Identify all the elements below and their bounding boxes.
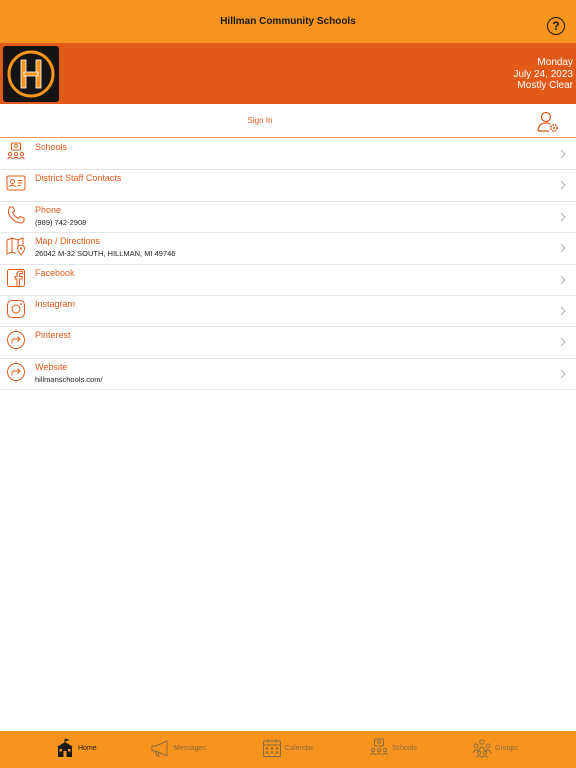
- bottom-tab-bar: Home Messages Calendar Schools Groups: [0, 731, 576, 768]
- chevron-right-icon: [560, 243, 566, 253]
- sign-in-link[interactable]: Sign In: [0, 116, 520, 125]
- tab-label: Calendar: [285, 744, 314, 752]
- chevron-right-icon: [560, 275, 566, 284]
- chevron-right-icon: [560, 149, 566, 159]
- list-item-label: Website: [35, 361, 68, 372]
- chevron-right-icon: [560, 337, 566, 347]
- calendar-icon: [263, 739, 281, 757]
- list-item-label: Phone: [35, 204, 62, 215]
- links-list: Schools District Staff Contacts Phone (9…: [0, 139, 576, 391]
- list-item-district-staff-contacts[interactable]: District Staff Contacts: [0, 170, 576, 202]
- website-url: hillmanschools.com/: [35, 374, 103, 384]
- date-weather: Monday July 24, 2023 Mostly Clear: [514, 57, 574, 92]
- school-house-icon: [57, 738, 73, 757]
- user-settings-icon[interactable]: [536, 110, 560, 134]
- app-title: Hillman Community Schools: [220, 16, 356, 27]
- groups-icon: [472, 739, 492, 758]
- tab-calendar[interactable]: Calendar: [262, 737, 313, 759]
- list-item-schools[interactable]: Schools: [0, 139, 576, 171]
- date-label: July 24, 2023: [513, 68, 574, 80]
- list-item-map-directions[interactable]: Map / Directions 26042 M-32 SOUTH, HILLM…: [0, 233, 576, 265]
- tab-home[interactable]: Home: [55, 737, 97, 759]
- schools-icon: [370, 738, 388, 756]
- tab-label: Groups: [495, 744, 518, 752]
- list-item-label: Schools: [35, 142, 68, 152]
- list-item-label: District Staff Contacts: [35, 173, 122, 184]
- contact-card-icon: [6, 175, 26, 191]
- chevron-right-icon: [560, 212, 566, 222]
- facebook-icon: [7, 268, 25, 287]
- tab-groups[interactable]: Groups: [472, 737, 518, 759]
- list-item-instagram[interactable]: Instagram: [0, 296, 576, 328]
- district-banner: Monday July 24, 2023 Mostly Clear: [0, 43, 576, 104]
- list-item-label: Map / Directions: [35, 236, 101, 247]
- tab-schools[interactable]: Schools: [369, 737, 417, 759]
- sign-in-row[interactable]: Sign In: [0, 104, 576, 138]
- megaphone-icon: [151, 740, 168, 757]
- phone-icon: [7, 206, 25, 224]
- chevron-right-icon: [560, 369, 566, 379]
- map-icon: [6, 237, 26, 256]
- share-icon: [7, 331, 25, 350]
- logo-h-icon: [7, 50, 55, 98]
- share-icon: [7, 362, 25, 381]
- day-label: Monday: [537, 57, 573, 68]
- tab-label: Schools: [392, 744, 417, 752]
- list-item-facebook[interactable]: Facebook: [0, 265, 576, 296]
- list-item-label: Facebook: [35, 267, 75, 278]
- tab-label: Messages: [174, 744, 206, 752]
- list-item-pinterest[interactable]: Pinterest: [0, 327, 576, 359]
- tab-messages[interactable]: Messages: [151, 737, 206, 759]
- top-bar: Hillman Community Schools ?: [0, 0, 576, 43]
- list-item-label: Instagram: [35, 298, 76, 309]
- chevron-right-icon: [560, 181, 566, 190]
- help-icon[interactable]: ?: [547, 17, 565, 35]
- phone-number: (989) 742-2908: [35, 217, 87, 227]
- tab-label: Home: [78, 744, 97, 752]
- schools-icon: [7, 142, 25, 160]
- district-logo: [3, 46, 59, 102]
- list-item-label: Pinterest: [35, 330, 71, 341]
- instagram-icon: [7, 299, 25, 318]
- list-item-website[interactable]: Website hillmanschools.com/: [0, 359, 576, 391]
- weather-label: Mostly Clear: [517, 80, 573, 91]
- chevron-right-icon: [560, 306, 566, 316]
- list-item-phone[interactable]: Phone (989) 742-2908: [0, 202, 576, 234]
- address-text: 26042 M-32 SOUTH, HILLMAN, MI 49746: [35, 249, 176, 259]
